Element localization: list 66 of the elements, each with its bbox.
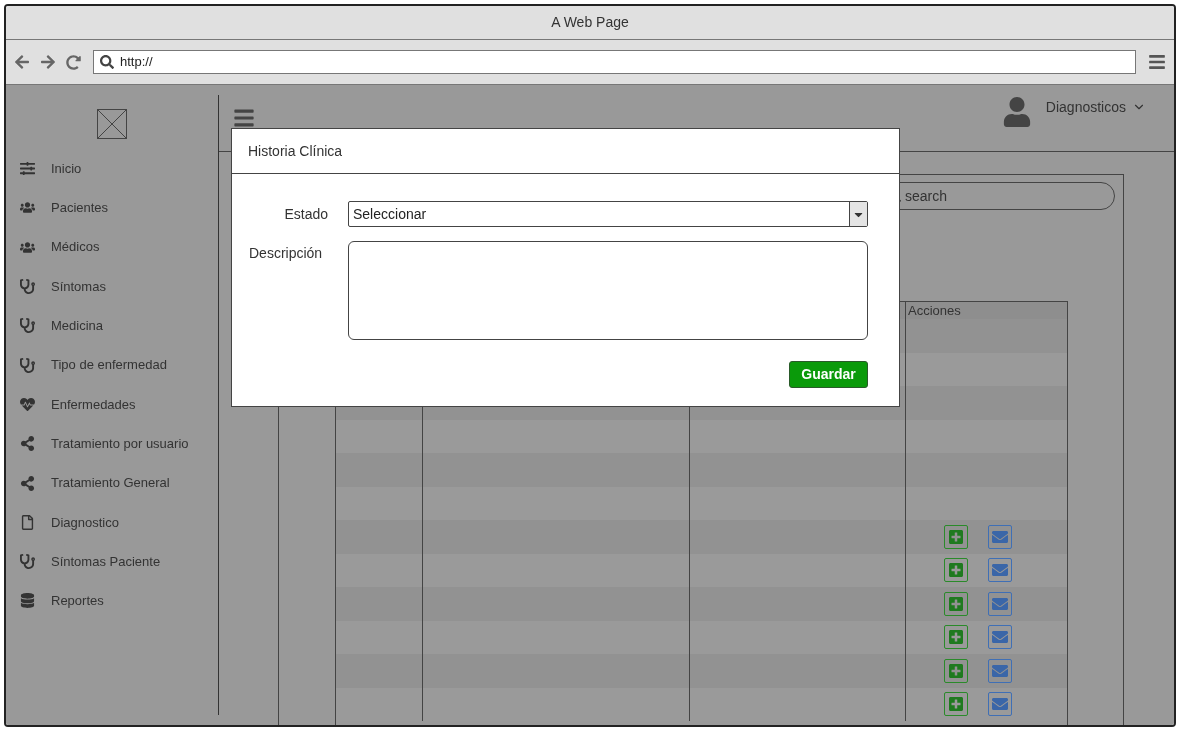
add-button[interactable] [944,591,968,616]
mail-button[interactable] [988,524,1012,549]
sidebar-item[interactable]: Medicina [6,306,218,346]
window-title: A Web Page [551,13,629,32]
sidebar-item[interactable]: Diagnostico [6,502,218,542]
add-button[interactable] [944,692,968,717]
stethoscope-icon [20,279,35,295]
stethoscope-icon [20,554,35,570]
status-select[interactable]: Seleccionar [348,201,868,227]
reload-icon[interactable] [66,54,81,70]
plus-icon [948,696,964,713]
add-button[interactable] [944,558,968,583]
sidebar-item[interactable]: Tratamiento General [6,463,218,503]
envelope-icon [992,696,1008,713]
plus-icon [948,629,964,646]
field-label: Descripción [248,244,324,263]
sidebar-item[interactable]: Síntomas Paciente [6,541,218,582]
people-icon [20,200,35,216]
sidebar-item[interactable]: Tratamiento por usuario [6,424,218,464]
sidebar-item[interactable]: Inicio [6,149,218,189]
sidebar-item[interactable]: Pacientes [6,188,218,228]
plus-icon [948,662,964,679]
mail-button[interactable] [988,658,1012,683]
hamburger-icon[interactable] [233,107,255,129]
search-icon [100,55,114,69]
user-menu[interactable]: Diagnosticos [1045,96,1146,118]
field-label: Estado [283,204,328,224]
plus-icon [948,528,964,545]
sliders-icon [20,161,35,177]
add-button[interactable] [944,625,968,650]
description-field[interactable] [348,241,868,340]
stethoscope-icon [20,318,35,334]
mail-button[interactable] [988,591,1012,616]
people-icon [20,239,35,255]
save-button[interactable]: Guardar [789,361,868,388]
envelope-icon [992,528,1008,545]
mail-button[interactable] [988,558,1012,583]
envelope-icon [992,562,1008,579]
modal-title: Historia Clínica [248,141,343,161]
sidebar-item[interactable]: Síntomas [6,266,218,307]
logo-placeholder-icon [97,109,127,139]
envelope-icon [992,629,1008,646]
mail-button[interactable] [988,692,1012,717]
user-avatar-icon [1001,97,1032,127]
sidebar-item[interactable]: Enfermedades [6,384,218,425]
envelope-icon [992,595,1008,612]
share-icon [20,475,35,491]
address-field[interactable]: http:// [93,50,1136,74]
add-button[interactable] [944,524,968,549]
sidebar-item[interactable]: Médicos [6,227,218,267]
heartbeat-icon [20,396,35,412]
back-icon[interactable] [14,54,30,70]
share-icon [20,436,35,452]
sidebar-item[interactable]: Reportes [6,581,218,621]
forward-icon[interactable] [40,54,56,70]
database-icon [20,593,35,609]
mail-button[interactable] [988,625,1012,650]
menu-icon[interactable] [1148,53,1166,71]
sidebar-item[interactable]: Tipo de enfermedad [6,345,218,385]
file-icon [20,514,35,530]
add-button[interactable] [944,658,968,683]
envelope-icon [992,662,1008,679]
plus-icon [948,562,964,579]
plus-icon [948,595,964,612]
stethoscope-icon [20,357,35,373]
column-header: Acciones [907,302,962,319]
